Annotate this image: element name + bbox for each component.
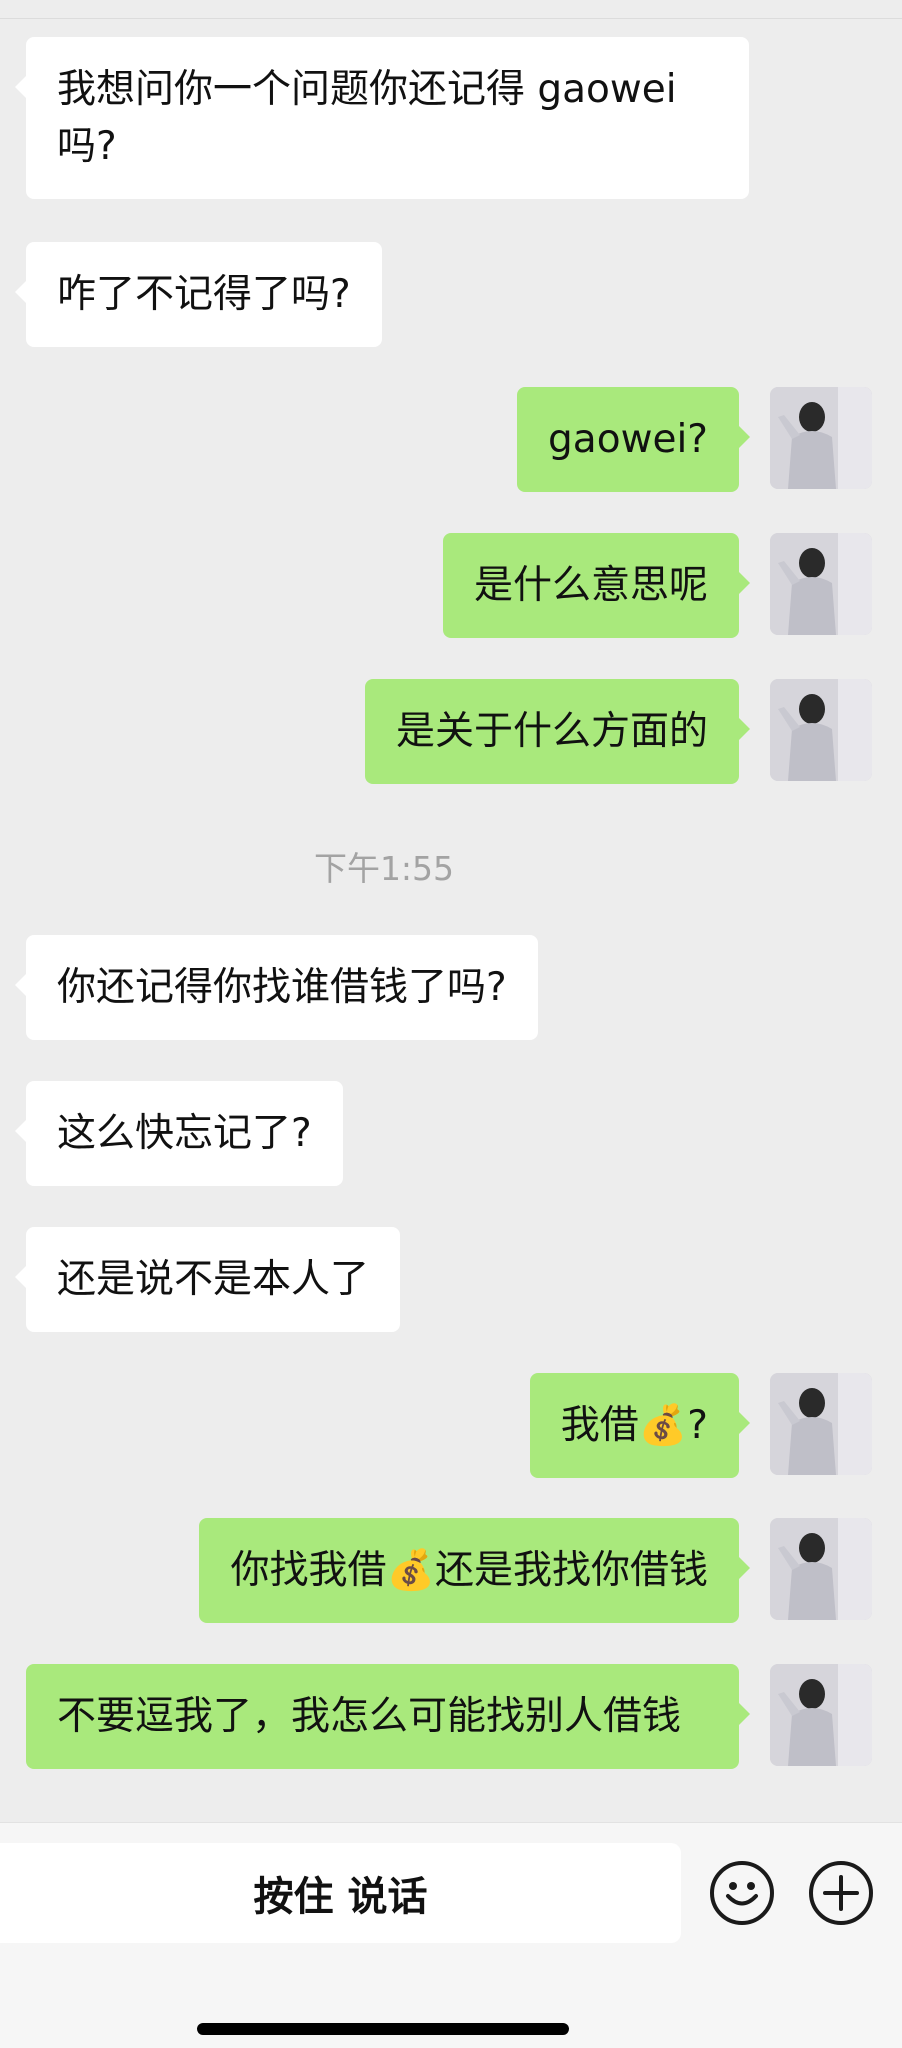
message-row: 你还记得你找谁借钱了吗? [15, 935, 538, 1040]
avatar-photo-icon [770, 533, 872, 635]
message-row: 咋了不记得了吗? [15, 242, 382, 347]
message-bubble-received[interactable]: 我想问你一个问题你还记得 gaowei 吗? [15, 37, 749, 199]
user-avatar[interactable] [770, 1664, 872, 1766]
input-bar: 按住 说话 [0, 1822, 902, 2048]
avatar-photo-icon [770, 1664, 872, 1766]
message-row: 是关于什么方面的 [364, 679, 751, 784]
emoji-face-icon [726, 1882, 758, 1906]
plus-button[interactable] [809, 1861, 873, 1925]
message-bubble-received[interactable]: 你还记得你找谁借钱了吗? [15, 935, 538, 1040]
chat-screen: 我想问你一个问题你还记得 gaowei 吗? 咋了不记得了吗? gaowei? … [0, 0, 902, 2048]
hold-to-talk-button[interactable]: 按住 说话 [0, 1843, 681, 1943]
avatar-photo-icon [770, 387, 872, 489]
message-bubble-received[interactable]: 咋了不记得了吗? [15, 242, 382, 347]
avatar-photo-icon [770, 679, 872, 781]
message-bubble-sent[interactable]: 是什么意思呢 [442, 533, 751, 638]
message-row: gaowei? [517, 387, 750, 492]
user-avatar[interactable] [770, 1373, 872, 1475]
user-avatar[interactable] [770, 679, 872, 781]
chat-timestamp: 下午1:55 [313, 849, 455, 888]
emoji-button[interactable] [710, 1861, 774, 1925]
message-row: 不要逗我了，我怎么可能找别人借钱 [26, 1664, 750, 1769]
plus-icon [823, 1875, 859, 1911]
message-row: 还是说不是本人了 [14, 1227, 401, 1332]
message-bubble-sent[interactable]: gaowei? [517, 387, 750, 492]
message-row: 这么快忘记了? [15, 1081, 343, 1186]
home-indicator[interactable] [197, 2023, 569, 2035]
message-bubble-received[interactable]: 这么快忘记了? [15, 1081, 343, 1186]
avatar-photo-icon [770, 1373, 872, 1475]
user-avatar[interactable] [770, 387, 872, 489]
message-bubble-sent[interactable]: 我借💰? [529, 1373, 751, 1478]
message-row: 我想问你一个问题你还记得 gaowei 吗? [15, 37, 749, 199]
message-row: 你找我借💰还是我找你借钱 [199, 1518, 750, 1623]
avatar-photo-icon [770, 1518, 872, 1620]
user-avatar[interactable] [770, 533, 872, 635]
message-bubble-received[interactable]: 还是说不是本人了 [14, 1227, 401, 1332]
message-bubble-sent[interactable]: 不要逗我了，我怎么可能找别人借钱 [26, 1664, 750, 1769]
message-bubble-sent[interactable]: 是关于什么方面的 [364, 679, 751, 784]
user-avatar[interactable] [770, 1518, 872, 1620]
message-row: 是什么意思呢 [442, 533, 751, 638]
message-bubble-sent[interactable]: 你找我借💰还是我找你借钱 [199, 1518, 750, 1623]
message-row: 我借💰? [529, 1373, 751, 1478]
top-divider [0, 0, 902, 19]
